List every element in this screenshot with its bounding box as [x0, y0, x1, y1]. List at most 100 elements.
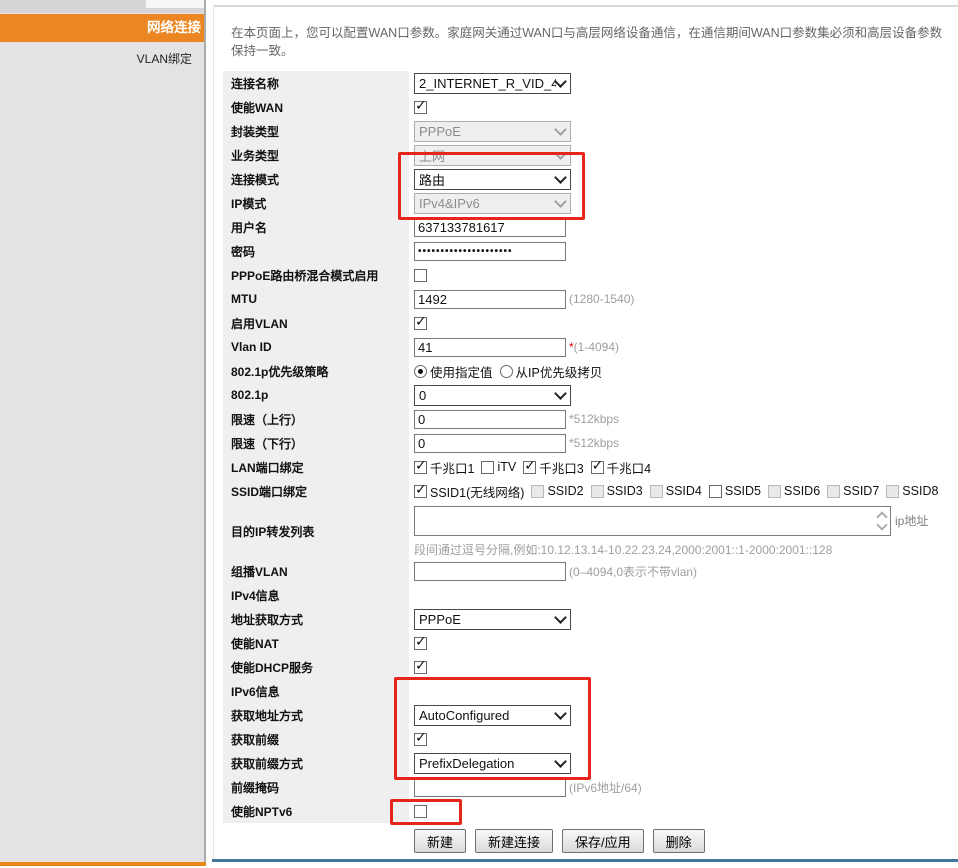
row-label-service-type: 业务类型 [223, 143, 409, 167]
dest-ip-forward-list-suffix-label: ip地址 [895, 512, 928, 529]
dest-ip-forward-list-format-hint: 段间通过逗号分隔,例如:10.12.13.14-10.22.23.24,2000… [414, 541, 928, 558]
ssid-port-binding-option-4[interactable]: SSID4 [650, 484, 702, 498]
row-control-dest-ip-forward-list: ip地址段间通过逗号分隔,例如:10.12.13.14-10.22.23.24,… [409, 505, 958, 558]
form-row-enable-vlan: 启用VLAN ✓ [223, 311, 958, 335]
enable-dhcp-checkbox[interactable]: ✓ [414, 661, 427, 674]
multicast-vlan-hint-text: (0–4094,0表示不带vlan) [569, 565, 697, 579]
ssid-port-binding-option-3[interactable]: SSID3 [591, 484, 643, 498]
lan-port-binding-option-2[interactable]: iTV [481, 460, 516, 474]
row-label-rate-limit-up: 限速（上行） [223, 407, 409, 431]
prefix-mask-input[interactable] [414, 778, 566, 797]
row-label-prefix-mask: 前缀掩码 [223, 775, 409, 799]
lan-port-binding-option-4-checkbox[interactable]: ✓ [591, 461, 604, 474]
form-row-enable-nat: 使能NAT✓ [223, 631, 958, 655]
prefix-mask-hint: (IPv6地址/64) [569, 779, 642, 796]
main-panel: 在本页面上，您可以配置WAN口参数。家庭网关通过WAN口与高层网络设备通信，在通… [213, 5, 958, 859]
chevron-down-icon [554, 75, 567, 88]
dest-ip-forward-list-textarea[interactable] [414, 506, 891, 536]
dot1p-priority-policy-option-2[interactable]: 从IP优先级拷贝 [500, 362, 603, 381]
ssid-port-binding-option-3-checkbox [591, 485, 604, 498]
ssid-port-binding-option-2-label: SSID2 [547, 484, 583, 498]
connection-name-select[interactable]: 2_INTERNET_R_VID_41 [414, 73, 571, 94]
row-label-dot1p-priority-policy: 802.1p优先级策略 [223, 359, 409, 383]
ssid-port-binding-option-5[interactable]: SSID5 [709, 484, 761, 498]
row-control-lan-port-binding: ✓千兆口1 iTV ✓千兆口3 ✓千兆口4 [409, 458, 958, 477]
service-type-select: 上网 [414, 145, 571, 166]
sidebar-item-network-connection[interactable]: 网络连接 [0, 14, 204, 42]
ssid-port-binding-option-2[interactable]: SSID2 [531, 484, 583, 498]
row-label-enable-nptv6: 使能NPTv6 [223, 799, 409, 823]
router-wan-config-page: 网络连接 VLAN绑定 在本页面上，您可以配置WAN口参数。家庭网关通过WAN口… [0, 0, 958, 868]
row-control-rate-limit-up: 0*512kbps [409, 410, 958, 429]
row-control-enable-wan: ✓ [409, 101, 958, 114]
row-label-ipv6-info: IPv6信息 [223, 679, 409, 703]
ipv4-address-mode-select[interactable]: PPPoE [414, 609, 571, 630]
ipv4-address-mode-selected-value: PPPoE [419, 612, 556, 627]
sidebar-item-vlan-binding[interactable]: VLAN绑定 [0, 50, 204, 67]
delete-button[interactable]: 删除 [653, 829, 705, 853]
row-control-ssid-port-binding: ✓SSID1(无线网络) SSID2 SSID3 SSID4 SSID5 SSID6 SSI… [409, 482, 958, 501]
row-control-enable-nptv6 [409, 805, 958, 818]
intro-text: 在本页面上，您可以配置WAN口参数。家庭网关通过WAN口与高层网络设备通信，在通… [231, 24, 945, 60]
ssid-port-binding-option-5-checkbox[interactable] [709, 485, 722, 498]
mtu-input[interactable]: 1492 [414, 290, 566, 309]
lan-port-binding-option-3[interactable]: ✓千兆口3 [523, 458, 583, 477]
connection-mode-select[interactable]: 路由 [414, 169, 571, 190]
ssid-port-binding-option-6[interactable]: SSID6 [768, 484, 820, 498]
ssid-port-binding-option-7[interactable]: SSID7 [827, 484, 879, 498]
ipv6-address-mode-selected-value: AutoConfigured [419, 708, 556, 723]
row-control-ipv4-address-mode: PPPoE [409, 609, 958, 630]
rate-limit-down-input[interactable]: 0 [414, 434, 566, 453]
row-control-vlan-id: 41*(1-4094) [409, 338, 958, 357]
ssid-port-binding-option-7-label: SSID7 [843, 484, 879, 498]
multicast-vlan-input[interactable] [414, 562, 566, 581]
dot1p-priority-policy-option-1[interactable]: 使用指定值 [414, 362, 493, 381]
new-button[interactable]: 新建 [414, 829, 466, 853]
row-control-password: ••••••••••••••••••••• [409, 242, 958, 261]
pppoe-hybrid-mode-checkbox[interactable] [414, 269, 427, 282]
dot1p-select[interactable]: 0 [414, 385, 571, 406]
ssid-port-binding-option-6-checkbox [768, 485, 781, 498]
encapsulation-type-selected-value: PPPoE [419, 124, 556, 139]
rate-limit-up-input[interactable]: 0 [414, 410, 566, 429]
ssid-port-binding-option-1-checkbox[interactable]: ✓ [414, 485, 427, 498]
enable-nat-checkbox[interactable]: ✓ [414, 637, 427, 650]
new-connection-button[interactable]: 新建连接 [475, 829, 553, 853]
radio-selected-icon[interactable] [414, 365, 427, 378]
row-label-enable-vlan: 启用VLAN [223, 311, 409, 335]
get-prefix-checkbox[interactable]: ✓ [414, 733, 427, 746]
lan-port-binding-option-3-checkbox[interactable]: ✓ [523, 461, 536, 474]
sidebar: 网络连接 VLAN绑定 [0, 0, 206, 862]
save-apply-button[interactable]: 保存/应用 [562, 829, 644, 853]
ssid-port-binding-option-4-checkbox [650, 485, 663, 498]
row-label-pppoe-hybrid-mode: PPPoE路由桥混合模式启用 [223, 263, 409, 287]
ssid-port-binding-option-8-label: SSID8 [902, 484, 938, 498]
lan-port-binding-option-2-checkbox[interactable] [481, 461, 494, 474]
chevron-down-icon [554, 123, 567, 136]
ip-mode-selected-value: IPv4&IPv6 [419, 196, 556, 211]
vlan-id-input[interactable]: 41 [414, 338, 566, 357]
form-row-password: 密码••••••••••••••••••••• [223, 239, 958, 263]
lan-port-binding-option-1-checkbox[interactable]: ✓ [414, 461, 427, 474]
lan-port-binding-option-4[interactable]: ✓千兆口4 [591, 458, 651, 477]
get-prefix-mode-select[interactable]: PrefixDelegation [414, 753, 571, 774]
radio-icon[interactable] [500, 365, 513, 378]
username-input[interactable]: 637133781617 [414, 218, 566, 237]
ssid-port-binding-option-1-label: SSID1(无线网络) [430, 482, 524, 501]
lan-port-binding-option-1[interactable]: ✓千兆口1 [414, 458, 474, 477]
scroll-down-icon[interactable] [876, 519, 887, 530]
chevron-down-icon [554, 387, 567, 400]
ipv6-address-mode-select[interactable]: AutoConfigured [414, 705, 571, 726]
enable-wan-checkbox[interactable]: ✓ [414, 101, 427, 114]
ssid-port-binding-option-8[interactable]: SSID8 [886, 484, 938, 498]
ssid-port-binding-option-1[interactable]: ✓SSID1(无线网络) [414, 482, 524, 501]
enable-nptv6-checkbox[interactable] [414, 805, 427, 818]
check-icon: ✓ [415, 314, 427, 328]
password-input[interactable]: ••••••••••••••••••••• [414, 242, 566, 261]
row-control-encapsulation-type: PPPoE [409, 121, 958, 142]
check-icon: ✓ [592, 458, 604, 472]
enable-vlan-checkbox[interactable]: ✓ [414, 317, 427, 330]
row-label-vlan-id: Vlan ID [223, 335, 409, 359]
vlan-id-value: 41 [418, 340, 432, 355]
ip-mode-select: IPv4&IPv6 [414, 193, 571, 214]
